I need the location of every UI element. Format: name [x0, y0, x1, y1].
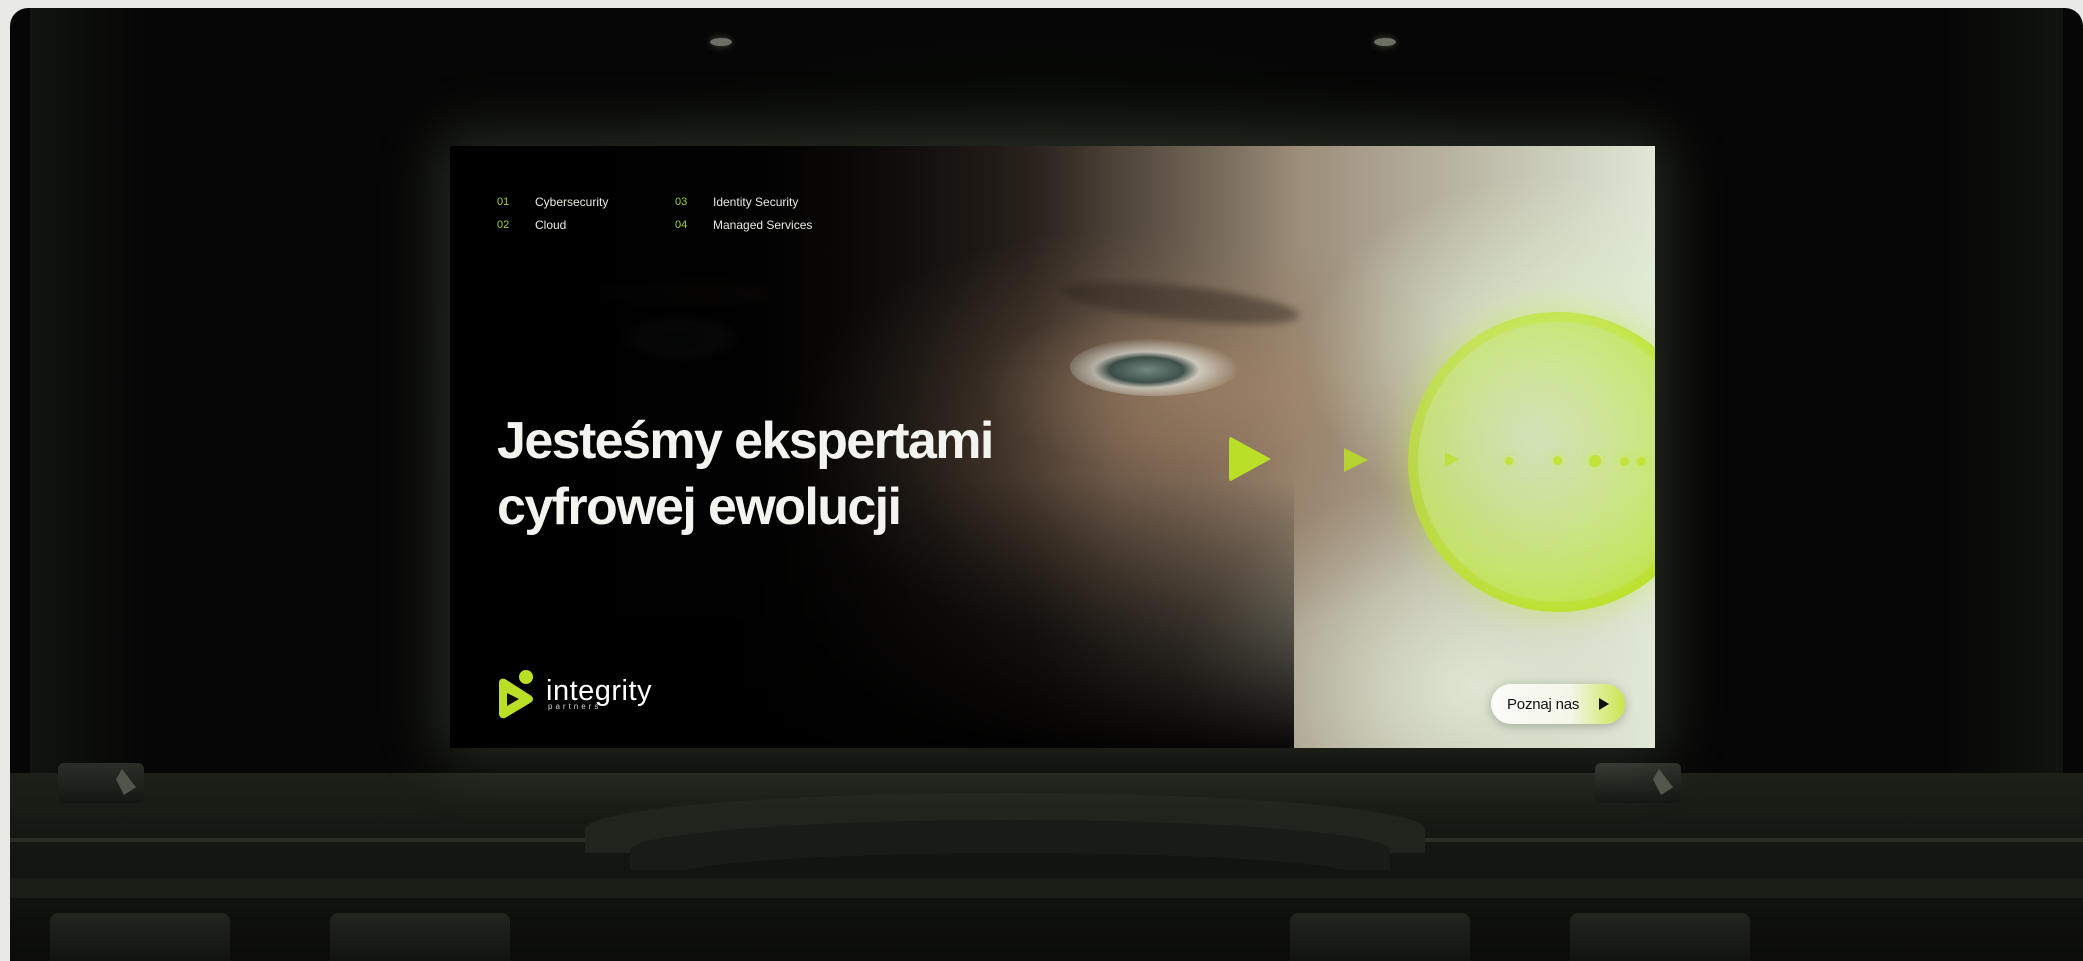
cta-label: Poznaj nas — [1507, 695, 1580, 713]
brand-logo[interactable]: integrity partners — [496, 668, 652, 720]
headline-line-2: cyfrowej ewolucji — [497, 478, 902, 536]
nav-number: 03 — [675, 195, 688, 208]
audience-chair — [50, 913, 230, 961]
integrity-logo-icon — [499, 670, 533, 719]
nav-number: 02 — [497, 218, 510, 231]
nav-item-managed-services[interactable]: 04 Managed Services — [675, 213, 812, 236]
stage-lower-band — [10, 878, 2083, 898]
right-pillar — [1943, 8, 2063, 788]
nav-number: 01 — [497, 195, 510, 208]
nav-item-identity-security[interactable]: 03 Identity Security — [675, 190, 812, 213]
audience-chair — [1570, 913, 1750, 961]
hero-headline: Jesteśmy ekspertami cyfrowej ewolucji — [497, 408, 1197, 540]
dot-icon — [1505, 457, 1513, 465]
audience-chair — [1290, 913, 1470, 961]
headline-line-1: Jesteśmy ekspertami — [497, 412, 994, 470]
nav-item-cloud[interactable]: 02 Cloud — [497, 213, 608, 236]
stage-speaker-left — [58, 763, 144, 803]
nav-item-cybersecurity[interactable]: 01 Cybersecurity — [497, 190, 608, 213]
nav-label: Managed Services — [713, 217, 813, 232]
poznaj-nas-button[interactable]: Poznaj nas — [1491, 684, 1625, 724]
nav-column-2: 03 Identity Security 04 Managed Services — [675, 190, 812, 236]
ceiling-light — [710, 38, 732, 46]
nav-label: Identity Security — [713, 194, 799, 209]
audience-chair — [330, 913, 510, 961]
nav-label: Cloud — [535, 217, 567, 232]
dot-icon — [1589, 455, 1601, 467]
logo-wordmark: integrity — [546, 674, 653, 707]
nav-label: Cybersecurity — [535, 194, 609, 209]
nav-column-1: 01 Cybersecurity 02 Cloud — [497, 190, 608, 236]
dot-icon — [1553, 456, 1562, 465]
venue-scene: 01 Cybersecurity 02 Cloud 03 Identity Se… — [10, 8, 2083, 961]
left-pillar — [30, 8, 150, 788]
nav-number: 04 — [675, 218, 688, 231]
play-arrow-icon — [1599, 698, 1609, 710]
ceiling-light — [1374, 38, 1396, 46]
dot-icon — [1637, 457, 1646, 466]
stage-speaker-right — [1595, 763, 1681, 803]
presentation-screen: 01 Cybersecurity 02 Cloud 03 Identity Se… — [450, 146, 1655, 748]
dot-icon — [1620, 457, 1629, 466]
